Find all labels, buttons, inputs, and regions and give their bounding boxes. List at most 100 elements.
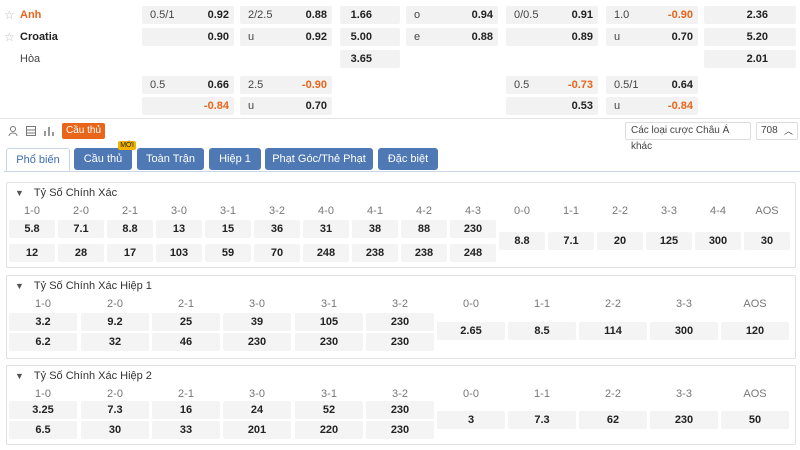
tab-corners-cards[interactable]: Phạt Góc/Thẻ Phạt xyxy=(265,148,373,170)
section-header[interactable]: ▼ Tỷ Số Chính Xác xyxy=(15,187,117,199)
score-odds[interactable]: 28 xyxy=(58,244,104,262)
odds-cell[interactable]: 0/0.5 0.91 xyxy=(506,6,598,24)
score-odds[interactable]: 230 xyxy=(223,333,291,351)
star-icon[interactable]: ☆ xyxy=(4,30,16,44)
score-odds[interactable]: 230 xyxy=(366,421,434,439)
score-odds[interactable]: 105 xyxy=(295,313,363,331)
section-header[interactable]: ▼ Tỷ Số Chính Xác Hiệp 2 xyxy=(15,370,152,382)
chevron-down-icon[interactable]: ▼ xyxy=(15,188,24,198)
odds-cell[interactable]: 5.00 xyxy=(340,28,400,46)
odds-cell[interactable]: e 0.88 xyxy=(406,28,498,46)
score-odds[interactable]: 52 xyxy=(295,401,363,419)
odds-cell[interactable]: 2.5 -0.90 xyxy=(240,76,332,94)
score-odds[interactable]: 248 xyxy=(450,244,496,262)
odds-cell[interactable]: 0.5/1 0.92 xyxy=(142,6,234,24)
score-odds[interactable]: 59 xyxy=(205,244,251,262)
odds-cell[interactable]: 2.36 xyxy=(704,6,796,24)
score-odds[interactable]: 25 xyxy=(152,313,220,331)
odds-cell[interactable]: 2/2.5 0.88 xyxy=(240,6,332,24)
score-odds[interactable]: 5.8 xyxy=(9,220,55,238)
odds-cell[interactable]: 0.53 xyxy=(506,97,598,115)
tab-full-match[interactable]: Toàn Trận xyxy=(137,148,204,170)
score-odds[interactable]: 62 xyxy=(579,411,647,429)
score-odds[interactable]: 36 xyxy=(254,220,300,238)
odds-cell[interactable]: -0.84 xyxy=(142,97,234,115)
odds-cell[interactable]: 2.01 xyxy=(704,50,796,68)
score-odds[interactable]: 8.8 xyxy=(499,232,545,250)
score-odds[interactable]: 30 xyxy=(744,232,790,250)
star-icon[interactable]: ☆ xyxy=(4,8,16,22)
player-filter-tag[interactable]: Cầu thủ xyxy=(62,123,106,139)
section-header[interactable]: ▼ Tỷ Số Chính Xác Hiệp 1 xyxy=(15,280,152,292)
tab-popular[interactable]: Phổ biến xyxy=(6,148,70,172)
score-odds[interactable]: 17 xyxy=(107,244,153,262)
bar-chart-icon[interactable] xyxy=(42,125,56,137)
score-odds[interactable]: 8.8 xyxy=(107,220,153,238)
score-odds[interactable]: 114 xyxy=(579,322,647,340)
market-type-select[interactable]: Các loại cược Châu Á khác xyxy=(625,122,751,152)
tab-players[interactable]: Cầu thủ MỚI xyxy=(74,141,136,170)
score-odds[interactable]: 39 xyxy=(223,313,291,331)
odds-cell[interactable]: 0.5/1 0.64 xyxy=(606,76,698,94)
score-odds[interactable]: 125 xyxy=(646,232,692,250)
team-away[interactable]: ☆ Croatia xyxy=(4,29,58,45)
score-odds[interactable]: 6.5 xyxy=(9,421,77,439)
score-odds[interactable]: 230 xyxy=(366,401,434,419)
score-odds[interactable]: 248 xyxy=(303,244,349,262)
score-odds[interactable]: 50 xyxy=(721,411,789,429)
list-icon[interactable] xyxy=(24,125,38,137)
score-odds[interactable]: 2.65 xyxy=(437,322,505,340)
score-odds[interactable]: 32 xyxy=(81,333,149,351)
score-odds[interactable]: 6.2 xyxy=(9,333,77,351)
odds-cell[interactable]: u 0.70 xyxy=(240,97,332,115)
score-odds[interactable]: 230 xyxy=(295,333,363,351)
score-odds[interactable]: 33 xyxy=(152,421,220,439)
score-odds[interactable]: 88 xyxy=(401,220,447,238)
score-odds[interactable]: 20 xyxy=(597,232,643,250)
score-odds[interactable]: 201 xyxy=(223,421,291,439)
score-odds[interactable]: 3 xyxy=(437,411,505,429)
score-odds[interactable]: 230 xyxy=(650,411,718,429)
odds-cell[interactable]: u 0.70 xyxy=(606,28,698,46)
score-odds[interactable]: 24 xyxy=(223,401,291,419)
team-home[interactable]: ☆ Anh xyxy=(4,7,41,23)
score-odds[interactable]: 38 xyxy=(352,220,398,238)
odds-cell[interactable]: 1.66 xyxy=(340,6,400,24)
score-odds[interactable]: 230 xyxy=(366,333,434,351)
score-odds[interactable]: 15 xyxy=(205,220,251,238)
score-odds[interactable]: 3.25 xyxy=(9,401,77,419)
odds-cell[interactable]: 0.5 0.66 xyxy=(142,76,234,94)
score-odds[interactable]: 103 xyxy=(156,244,202,262)
score-odds[interactable]: 7.3 xyxy=(81,401,149,419)
odds-cell[interactable]: 3.65 xyxy=(340,50,400,68)
score-odds[interactable]: 120 xyxy=(721,322,789,340)
odds-cell[interactable]: u -0.84 xyxy=(606,97,698,115)
score-odds[interactable]: 230 xyxy=(366,313,434,331)
tab-first-half[interactable]: Hiệp 1 xyxy=(209,148,261,170)
odds-cell[interactable]: u 0.92 xyxy=(240,28,332,46)
score-odds[interactable]: 300 xyxy=(650,322,718,340)
tab-special[interactable]: Đặc biệt xyxy=(378,148,438,170)
chevron-down-icon[interactable]: ▼ xyxy=(15,281,24,291)
score-odds[interactable]: 238 xyxy=(352,244,398,262)
score-odds[interactable]: 300 xyxy=(695,232,741,250)
player-icon[interactable] xyxy=(6,125,20,137)
odds-cell[interactable]: o 0.94 xyxy=(406,6,498,24)
score-odds[interactable]: 230 xyxy=(450,220,496,238)
market-count-dropdown[interactable]: 708 ︿ xyxy=(756,122,798,140)
odds-cell[interactable]: 5.20 xyxy=(704,28,796,46)
score-odds[interactable]: 30 xyxy=(81,421,149,439)
score-odds[interactable]: 7.3 xyxy=(508,411,576,429)
score-odds[interactable]: 3.2 xyxy=(9,313,77,331)
odds-cell[interactable]: 0.5 -0.73 xyxy=(506,76,598,94)
score-odds[interactable]: 7.1 xyxy=(548,232,594,250)
score-odds[interactable]: 31 xyxy=(303,220,349,238)
odds-cell[interactable]: 1.0 -0.90 xyxy=(606,6,698,24)
score-odds[interactable]: 16 xyxy=(152,401,220,419)
score-odds[interactable]: 12 xyxy=(9,244,55,262)
odds-cell[interactable]: 0.90 xyxy=(142,28,234,46)
score-odds[interactable]: 13 xyxy=(156,220,202,238)
score-odds[interactable]: 46 xyxy=(152,333,220,351)
score-odds[interactable]: 70 xyxy=(254,244,300,262)
score-odds[interactable]: 220 xyxy=(295,421,363,439)
